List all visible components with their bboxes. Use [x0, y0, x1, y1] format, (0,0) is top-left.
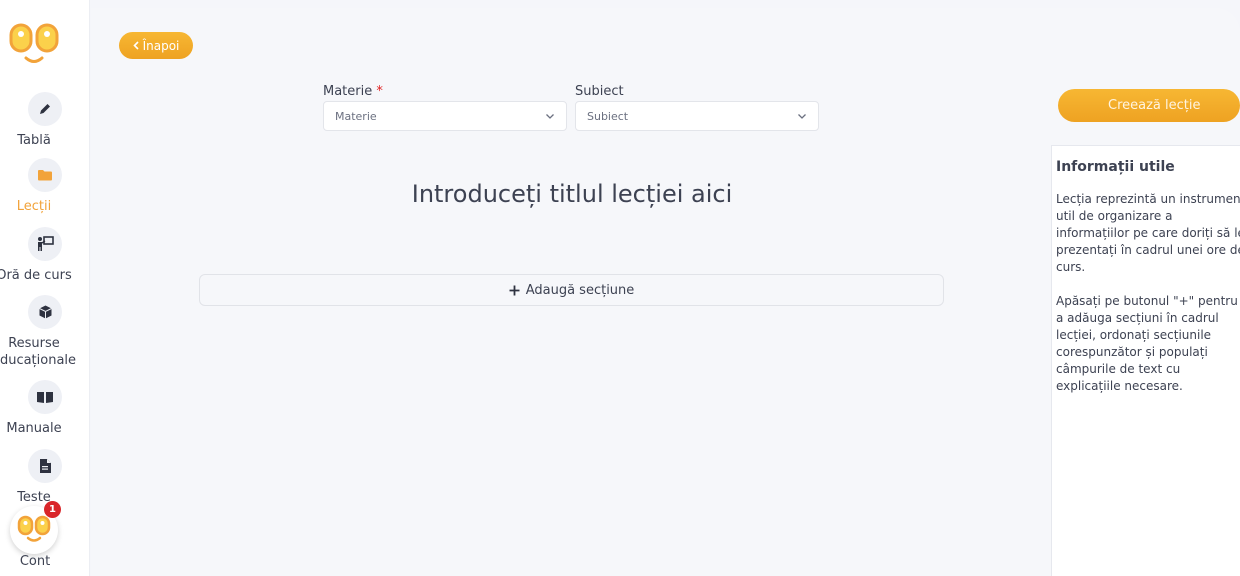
required-mark: *	[376, 84, 383, 99]
back-button[interactable]: Înapoi	[119, 32, 193, 59]
materie-label: Materie *	[323, 84, 383, 99]
create-lesson-button[interactable]: Creează lecție	[1058, 89, 1240, 122]
app-logo-icon[interactable]	[8, 22, 64, 68]
notification-badge: 1	[44, 501, 61, 518]
back-button-label: Înapoi	[142, 38, 180, 53]
sidebar-item-ora-de-curs[interactable]: Oră de curs	[0, 227, 90, 284]
info-panel: Informații utile Lecția reprezintă un in…	[1051, 145, 1240, 576]
chevron-down-icon	[546, 114, 554, 119]
sidebar-item-lectii[interactable]: Lecții	[0, 158, 90, 215]
info-title: Informații utile	[1056, 159, 1175, 175]
chevron-down-icon	[798, 114, 806, 119]
add-section-label: Adaugă secțiune	[525, 282, 635, 298]
info-text: Lecția reprezintă un instrument util de …	[1056, 191, 1240, 395]
book-icon	[37, 392, 53, 403]
teacher-board-icon	[38, 236, 54, 251]
document-icon	[39, 459, 51, 473]
sidebar: Tablă Lecții Oră de curs Resurse educați…	[0, 0, 90, 576]
materie-select[interactable]: Materie	[323, 101, 567, 131]
plus-icon	[509, 285, 520, 295]
account-label[interactable]: Cont	[0, 554, 70, 569]
lesson-title-input[interactable]: Introduceți titlul lecției aici	[200, 180, 944, 208]
subiect-label: Subiect	[575, 84, 624, 99]
chevron-left-icon	[132, 41, 139, 50]
sidebar-item-tabla[interactable]: Tablă	[0, 92, 90, 149]
pencil-icon	[40, 104, 50, 114]
subiect-select[interactable]: Subiect	[575, 101, 819, 131]
sidebar-item-teste[interactable]: Teste	[0, 449, 90, 506]
info-paragraph: Apăsați pe butonul "+" pentru a adăuga s…	[1056, 294, 1238, 393]
add-section-button[interactable]: Adaugă secțiune	[199, 274, 944, 306]
subiect-select-value: Subiect	[587, 109, 629, 123]
cube-icon	[38, 305, 52, 319]
sidebar-item-manuale[interactable]: Manuale	[0, 380, 90, 437]
sidebar-item-resurse-educationale[interactable]: Resurse educaționale	[0, 295, 90, 369]
account-logo-icon	[17, 515, 51, 542]
materie-select-value: Materie	[335, 109, 377, 123]
info-paragraph: Lecția reprezintă un instrument util de …	[1056, 192, 1240, 274]
folder-icon	[38, 170, 52, 181]
